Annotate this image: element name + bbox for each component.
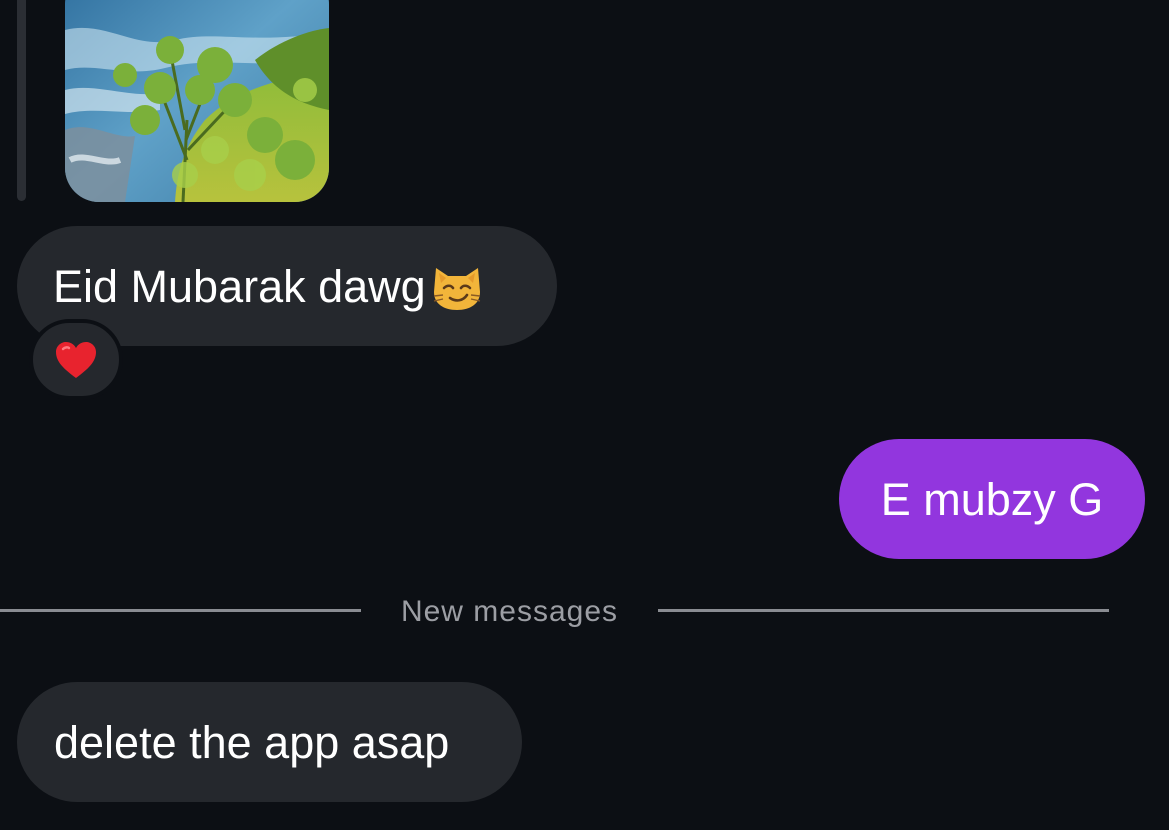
message-text: Eid Mubarak dawg (53, 260, 426, 312)
outgoing-message-bubble[interactable]: E mubzy G (839, 439, 1145, 559)
new-messages-divider-label: New messages (400, 595, 619, 628)
reply-thread-bar (17, 0, 26, 201)
new-messages-divider-line (0, 609, 361, 612)
incoming-message-bubble[interactable]: delete the app asap (17, 682, 522, 802)
heart-reaction[interactable] (29, 319, 123, 400)
message-text: E mubzy G (880, 473, 1104, 525)
red-heart-icon (56, 341, 96, 378)
shared-image-thumbnail[interactable] (65, 0, 329, 202)
landscape-image (65, 0, 329, 202)
new-messages-divider-line (658, 609, 1109, 612)
message-text: delete the app asap (54, 716, 450, 768)
smirking-cat-icon (430, 258, 484, 312)
